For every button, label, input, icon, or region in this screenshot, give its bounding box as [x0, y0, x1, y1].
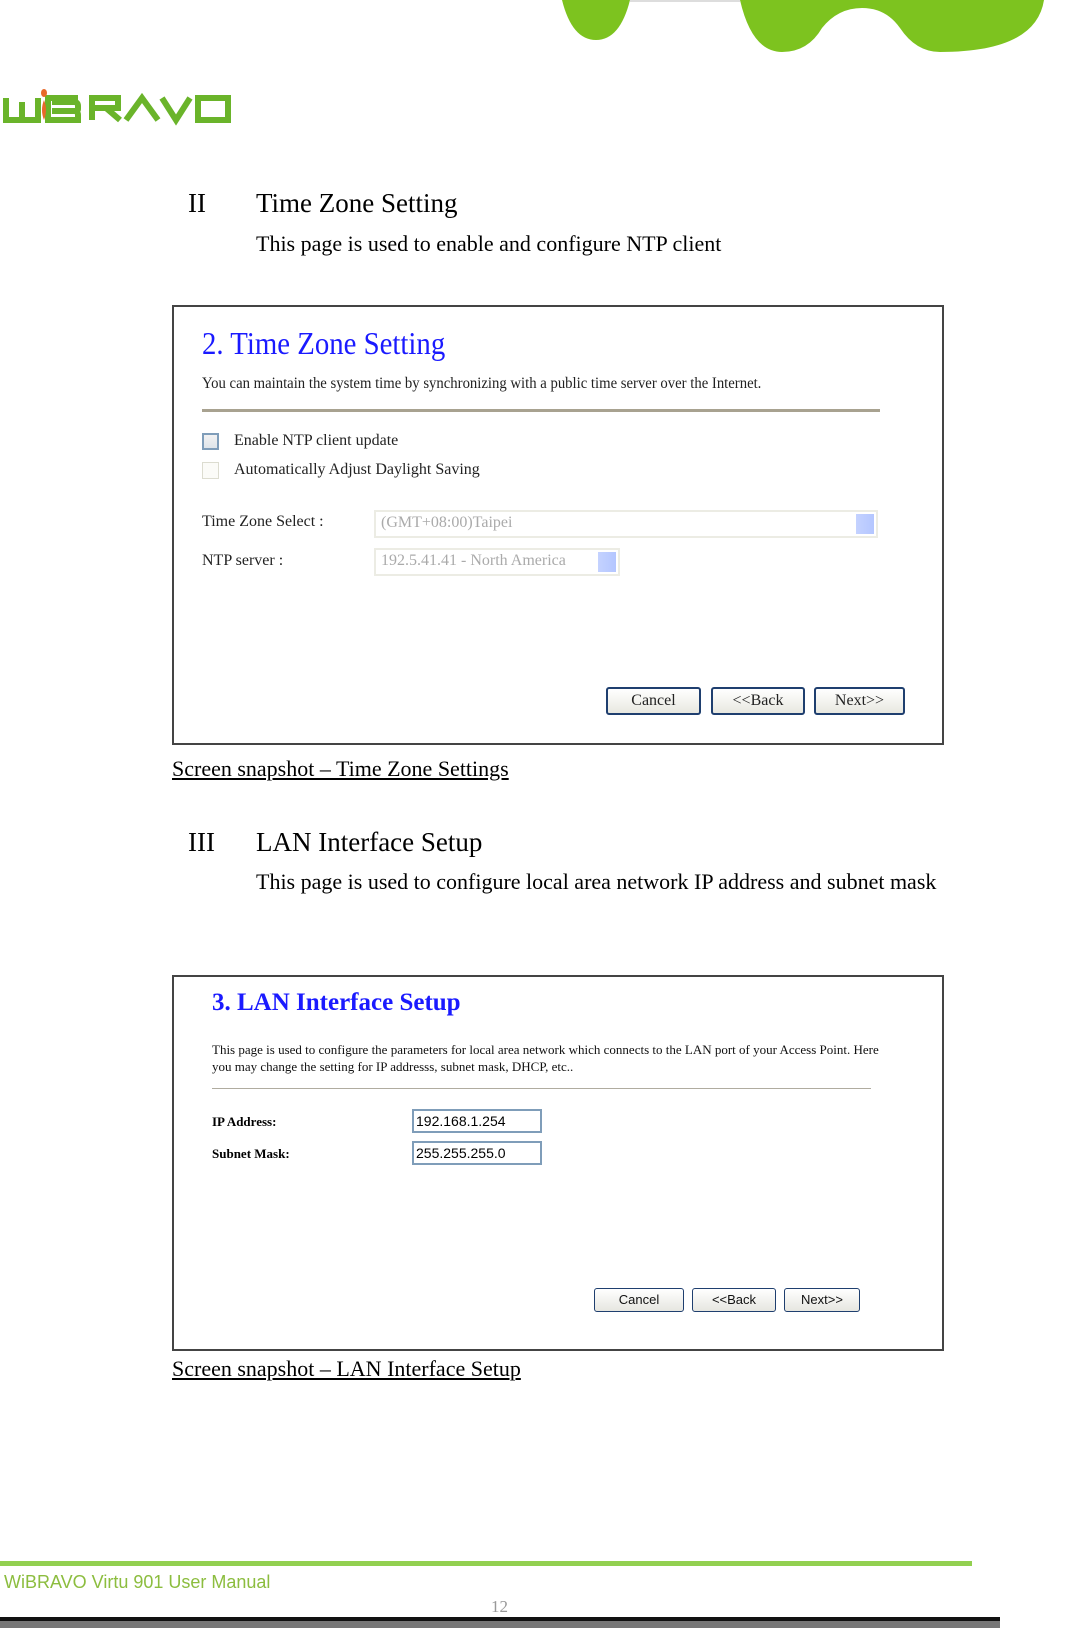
next-button[interactable]: Next>> — [814, 687, 905, 715]
enable-ntp-checkbox[interactable] — [202, 432, 219, 450]
snapshot-caption: Screen snapshot – LAN Interface Setup — [172, 1356, 521, 1381]
wave-top-line — [630, 0, 740, 2]
time-zone-value: (GMT+08:00)Taipei — [381, 514, 513, 531]
ip-address-input[interactable] — [412, 1109, 542, 1133]
footer-dark-rule — [0, 1617, 1000, 1628]
section-description: This page is used to configure local are… — [256, 869, 937, 894]
back-button[interactable]: <<Back — [711, 687, 805, 715]
snapshot-title: 2. Time Zone Setting — [202, 325, 446, 361]
section-description: This page is used to enable and configur… — [256, 231, 722, 256]
subnet-mask-input[interactable] — [412, 1141, 542, 1165]
cancel-button[interactable]: Cancel — [606, 687, 701, 715]
divider — [202, 409, 880, 412]
divider — [212, 1088, 871, 1089]
next-button[interactable]: Next>> — [784, 1288, 860, 1312]
ip-address-label: IP Address: — [212, 1114, 277, 1129]
subnet-mask-label: Subnet Mask: — [212, 1146, 290, 1161]
page-number: 12 — [491, 1597, 508, 1616]
dropdown-arrow-icon[interactable] — [598, 552, 616, 572]
header-wave-decoration — [562, 0, 1044, 52]
ntp-server-value: 192.5.41.41 - North America — [381, 552, 566, 569]
snapshot-title: 3. LAN Interface Setup — [212, 989, 461, 1016]
wave-shape-right — [740, 0, 1044, 52]
snapshot-caption: Screen snapshot – Time Zone Settings — [172, 756, 509, 781]
daylight-saving-checkbox[interactable] — [202, 461, 219, 479]
section-title: Time Zone Setting — [256, 188, 458, 218]
ntp-server-select[interactable]: 192.5.41.41 - North America — [374, 548, 620, 576]
section-number: II — [188, 188, 206, 218]
time-zone-snapshot: 2. Time Zone Setting You can maintain th… — [172, 305, 944, 745]
cancel-button[interactable]: Cancel — [594, 1288, 684, 1312]
enable-ntp-label: Enable NTP client update — [234, 432, 399, 449]
enable-ntp-row[interactable]: Enable NTP client update — [202, 432, 398, 450]
daylight-saving-label: Automatically Adjust Daylight Saving — [234, 461, 480, 478]
footer-manual-title: WiBRAVO Virtu 901 User Manual — [4, 1572, 271, 1592]
lan-interface-snapshot: 3. LAN Interface Setup This page is used… — [172, 975, 944, 1351]
wibravo-logo — [3, 89, 231, 126]
dropdown-arrow-icon[interactable] — [856, 514, 874, 534]
daylight-saving-row[interactable]: Automatically Adjust Daylight Saving — [202, 461, 480, 479]
section-number: III — [188, 827, 215, 857]
section-title: LAN Interface Setup — [256, 827, 483, 857]
back-button[interactable]: <<Back — [692, 1288, 776, 1312]
snapshot-description: This page is used to configure the param… — [212, 1042, 879, 1074]
footer-green-rule — [0, 1561, 972, 1566]
time-zone-select[interactable]: (GMT+08:00)Taipei — [374, 510, 878, 538]
ntp-server-label: NTP server : — [202, 552, 284, 569]
wave-shape-left — [562, 0, 630, 40]
time-zone-label: Time Zone Select : — [202, 513, 324, 530]
snapshot-description: You can maintain the system time by sync… — [202, 375, 762, 392]
